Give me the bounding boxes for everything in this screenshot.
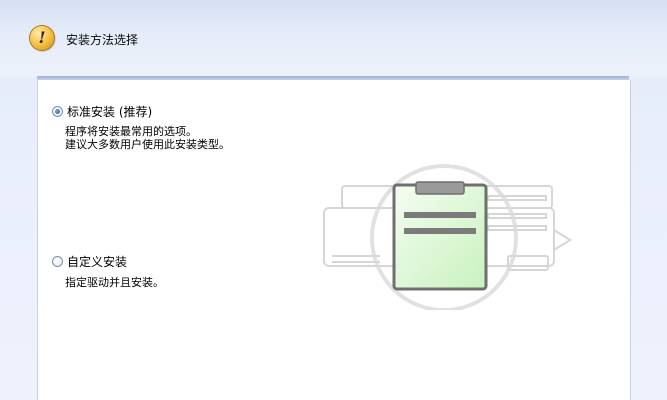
description-line: 程序将安装最常用的选项。 — [65, 125, 197, 138]
description-line: 建议大多数用户使用此安装类型。 — [65, 138, 230, 151]
clipboard-icon — [392, 181, 488, 291]
warning-icon: ! — [30, 26, 54, 50]
warning-icon-glyph: ! — [38, 28, 46, 47]
standard-install-radio[interactable] — [52, 106, 63, 117]
custom-install-label[interactable]: 自定义安装 — [67, 253, 127, 270]
description-line: 指定驱动并且安装。 — [65, 276, 164, 289]
custom-install-radio[interactable] — [52, 256, 63, 267]
standard-install-description: 程序将安装最常用的选项。 建议大多数用户使用此安装类型。 — [65, 125, 230, 151]
page-title: 安装方法选择 — [66, 33, 139, 47]
custom-install-option[interactable]: 自定义安装 — [52, 253, 127, 270]
clipboard-printer-illustration — [323, 164, 572, 310]
standard-install-option[interactable]: 标准安装 (推荐) — [52, 103, 152, 120]
standard-install-label[interactable]: 标准安装 (推荐) — [67, 103, 152, 120]
custom-install-description: 指定驱动并且安装。 — [65, 276, 164, 289]
